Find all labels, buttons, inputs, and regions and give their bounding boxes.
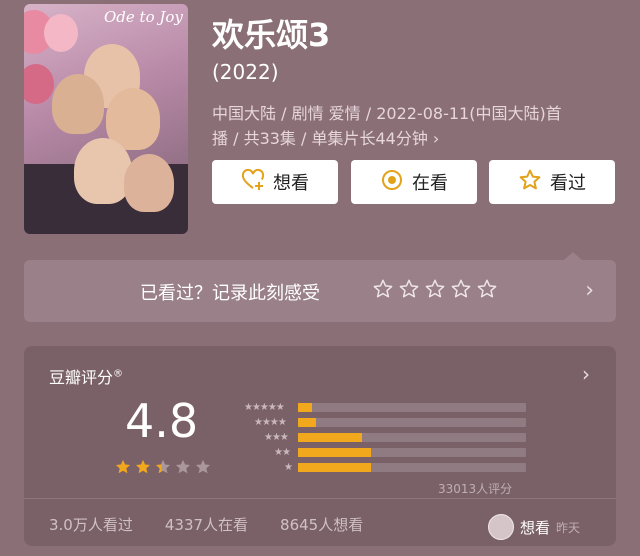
distribution-track [298, 448, 526, 457]
rating-score: 4.8 [125, 394, 199, 448]
distribution-stars: ★★★ [264, 432, 289, 443]
watching-label: 在看 [412, 173, 448, 194]
rating-distribution: ★★★★★ ★★★★ ★★★ ★★ ★ [232, 400, 532, 475]
movie-poster[interactable]: Ode to Joy [24, 4, 188, 234]
stats-footer: 3.0万人看过 4337人在看 8645人想看 [49, 514, 363, 535]
rating-stars [114, 458, 212, 480]
rate-stars[interactable] [372, 278, 498, 304]
distribution-row: ★★★ [232, 430, 532, 445]
user-action: 想看 [520, 518, 551, 537]
rating-count: 33013人评分 [438, 482, 513, 496]
poster-title: Ode to Joy [104, 8, 183, 26]
star-outline-icon[interactable] [372, 278, 394, 304]
registered-mark: ® [113, 368, 124, 380]
want-label: 想看 [273, 173, 309, 194]
want-count[interactable]: 8645人想看 [280, 514, 363, 535]
star-outline-icon[interactable] [450, 278, 472, 304]
distribution-bar [298, 463, 371, 472]
record-prompt: 已看过？记录此刻感受 [140, 283, 320, 304]
distribution-row: ★★★★★ [232, 400, 532, 415]
distribution-bar [298, 403, 312, 412]
distribution-bar [298, 433, 362, 442]
rating-star-icon [114, 458, 132, 480]
want-to-watch-button[interactable]: 想看 [212, 160, 338, 204]
meta-line: 中国大陆 / 剧情 爱情 / 2022-08-11(中国大陆)首 [212, 104, 562, 123]
rating-star-icon [174, 458, 192, 480]
rating-star-icon [134, 458, 152, 480]
star-outline-icon [518, 168, 542, 197]
record-feeling-banner[interactable]: 已看过？记录此刻感受 › [24, 252, 616, 322]
watching-count[interactable]: 4337人在看 [165, 514, 248, 535]
distribution-stars: ★★★★★ [244, 402, 285, 413]
rating-star-icon [154, 458, 172, 480]
watching-button[interactable]: 在看 [351, 160, 477, 204]
star-outline-icon[interactable] [476, 278, 498, 304]
page-title: 欢乐颂3 [212, 16, 331, 54]
distribution-track [298, 463, 526, 472]
distribution-stars: ★★ [274, 447, 291, 458]
user-action-time: 昨天 [556, 520, 581, 535]
distribution-row: ★★ [232, 445, 532, 460]
rating-label: 豆瓣评分® [49, 364, 123, 388]
star-outline-icon[interactable] [398, 278, 420, 304]
star-outline-icon[interactable] [424, 278, 446, 304]
poster-figure [52, 74, 104, 134]
heart-plus-icon [241, 168, 265, 197]
distribution-row: ★ [232, 460, 532, 475]
meta-line: 播 / 共33集 / 单集片长44分钟 › [212, 129, 440, 148]
distribution-track [298, 403, 526, 412]
rating-star-icon [194, 458, 212, 480]
chevron-right-icon[interactable]: › [585, 278, 594, 303]
poster-balloon [24, 64, 54, 104]
distribution-stars: ★ [284, 462, 293, 473]
distribution-track [298, 433, 526, 442]
distribution-bar [298, 418, 317, 427]
poster-figure [124, 154, 174, 212]
distribution-bar [298, 448, 371, 457]
rating-label-text: 豆瓣评分 [49, 368, 114, 387]
distribution-row: ★★★★ [232, 415, 532, 430]
poster-balloon [44, 14, 78, 52]
watched-label: 看过 [550, 173, 586, 194]
avatar[interactable] [488, 514, 514, 540]
poster-figure [74, 138, 132, 204]
banner-pointer [564, 252, 582, 260]
distribution-track [298, 418, 526, 427]
watched-count[interactable]: 3.0万人看过 [49, 514, 133, 535]
release-year: (2022) [212, 60, 279, 84]
target-icon [380, 168, 404, 197]
chevron-right-icon[interactable]: › [582, 362, 590, 386]
movie-meta[interactable]: 中国大陆 / 剧情 爱情 / 2022-08-11(中国大陆)首 播 / 共33… [212, 101, 622, 151]
divider [24, 498, 616, 499]
douban-rating-panel[interactable]: 豆瓣评分® › 4.8 ★★★★★ ★★★★ ★★★ ★★ ★ 33013人评分 3.0… [24, 346, 616, 546]
watched-button[interactable]: 看过 [489, 160, 615, 204]
distribution-stars: ★★★★ [254, 417, 287, 428]
user-activity[interactable]: 想看 昨天 [488, 514, 580, 540]
